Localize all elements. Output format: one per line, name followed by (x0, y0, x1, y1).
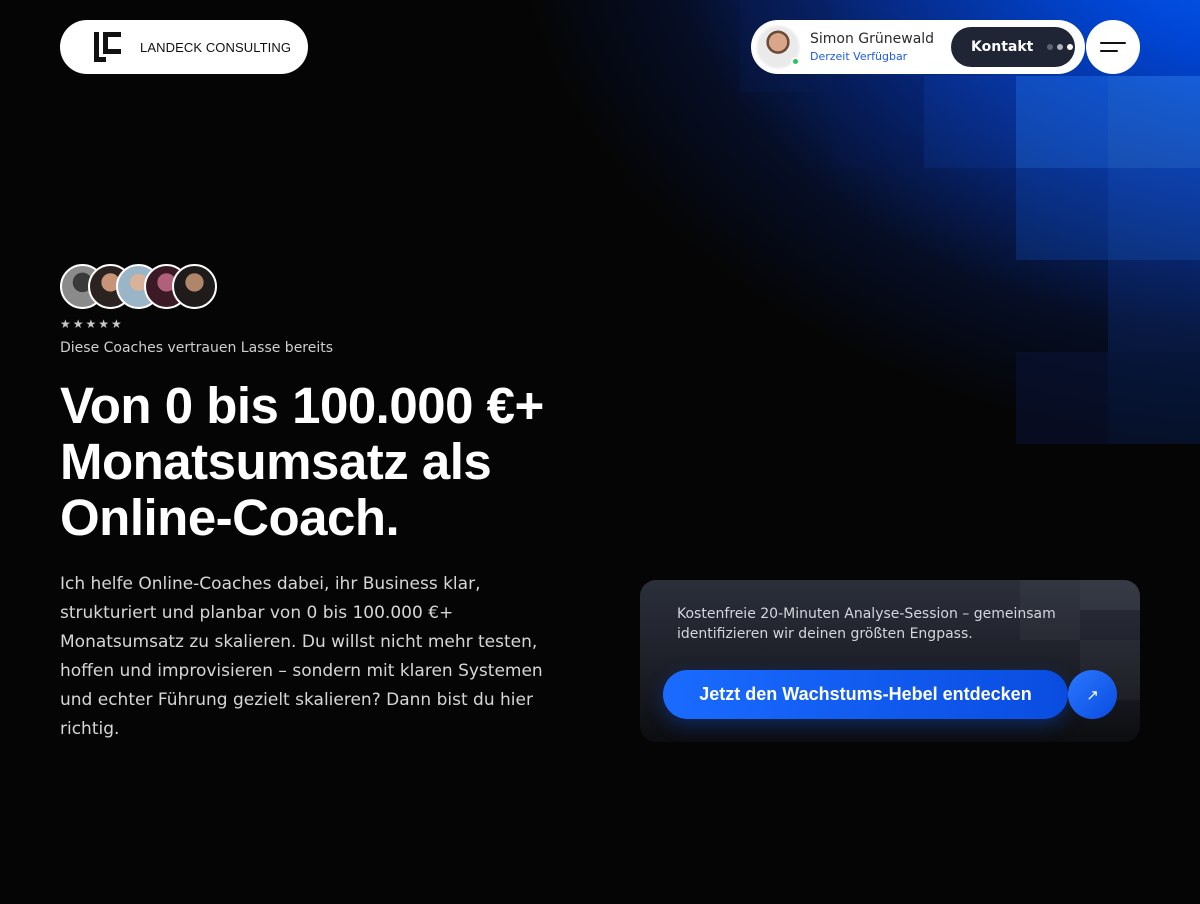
bg-square (1016, 168, 1108, 260)
brand-name: LANDECK CONSULTING (140, 39, 292, 55)
bg-square (1108, 352, 1200, 444)
cta-button[interactable]: Jetzt den Wachstums-Hebel entdecken (663, 670, 1068, 719)
contact-button[interactable]: Kontakt (951, 27, 1075, 67)
contact-card[interactable]: Simon Grünewald Derzeit Verfügbar Kontak… (751, 20, 1085, 74)
cta-card: Kostenfreie 20-Minuten Analyse-Session –… (640, 580, 1140, 742)
bg-square (924, 76, 1016, 168)
cta-description: Kostenfreie 20-Minuten Analyse-Session –… (677, 606, 1056, 642)
arrow-up-right-icon[interactable]: ↗ (1068, 670, 1117, 719)
bg-square (1108, 76, 1200, 168)
bg-square (1016, 352, 1108, 444)
menu-button[interactable] (1086, 20, 1140, 74)
hero-headline: Von 0 bis 100.000 €+ Monatsumsatz als On… (60, 377, 544, 546)
contact-person: Simon Grünewald Derzeit Verfügbar (810, 31, 934, 64)
bg-square (1108, 168, 1200, 260)
contact-name: Simon Grünewald (810, 30, 935, 47)
availability-status: Derzeit Verfügbar (810, 50, 908, 64)
coach-avatar (172, 264, 217, 309)
brand-logo[interactable]: LANDECK CONSULTING (60, 20, 308, 74)
hamburger-icon (1100, 50, 1118, 52)
bg-square (1016, 76, 1108, 168)
online-status-icon (791, 57, 800, 66)
bg-square (832, 76, 924, 168)
avatar (756, 25, 800, 69)
trust-text: Diese Coaches vertrauen Lasse bereits (60, 340, 334, 356)
hero-intro: Ich helfe Online-Coaches dabei, ihr Busi… (60, 574, 543, 739)
loading-dots-icon (1047, 44, 1074, 50)
hamburger-icon (1100, 42, 1126, 44)
rating-stars-icon: ★★★★★ (60, 317, 124, 331)
contact-button-label: Kontakt (971, 39, 1034, 55)
logo-mark-icon (94, 32, 122, 62)
bg-square (1108, 260, 1200, 352)
